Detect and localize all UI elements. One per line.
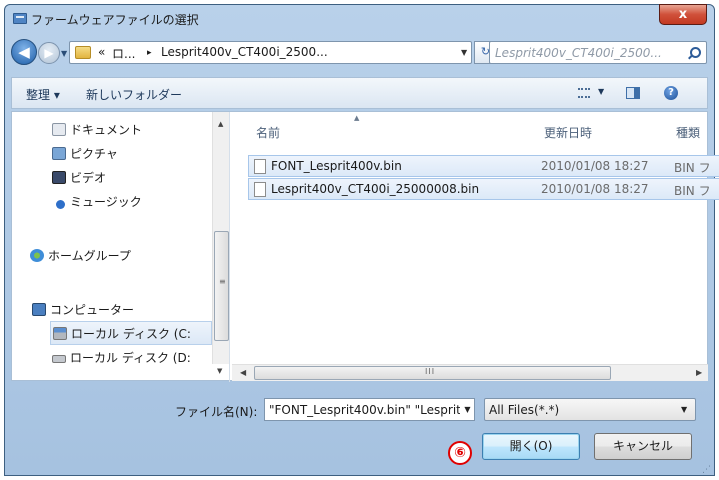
step-number-badge: ⑥	[448, 441, 472, 465]
search-icon[interactable]	[690, 47, 701, 58]
scroll-left-icon[interactable]: ◀	[240, 368, 246, 377]
search-placeholder: Lesprit400v_CT400i_2500...	[495, 46, 662, 60]
nav-vertical-scrollbar[interactable]: ▲ ≡	[212, 112, 229, 364]
scroll-down-icon[interactable]: ▼	[217, 367, 222, 375]
breadcrumb-separator-icon[interactable]: ▸	[147, 48, 152, 58]
organize-button[interactable]: 整理 ▾	[26, 86, 60, 103]
videos-icon	[52, 171, 66, 184]
column-header-name[interactable]: 名前	[256, 124, 280, 141]
preview-pane-icon[interactable]	[626, 87, 640, 99]
command-toolbar: 整理 ▾ 新しいフォルダー ▼ ?	[11, 77, 708, 109]
nav-item-homegroup[interactable]: ホームグループ	[12, 244, 212, 268]
view-options-icon[interactable]	[578, 88, 590, 98]
folder-icon	[75, 46, 91, 59]
nav-item-music[interactable]: ミュージック	[12, 190, 212, 214]
documents-icon	[52, 123, 66, 136]
file-date: 2010/01/08 18:27	[541, 182, 649, 196]
nav-item-computer[interactable]: コンピューター	[12, 298, 212, 322]
drive-icon	[53, 327, 67, 340]
nav-item-label: ホームグループ	[48, 249, 131, 263]
computer-icon	[32, 303, 46, 316]
title-bar[interactable]: ファームウェアファイルの選択 x	[5, 4, 714, 33]
new-folder-button[interactable]: 新しいフォルダー	[86, 86, 182, 103]
nav-item-local-disk-c[interactable]: ローカル ディスク (C:	[50, 321, 212, 345]
column-header-date[interactable]: 更新日時	[544, 124, 592, 141]
file-type: BIN フ	[674, 184, 711, 198]
search-input[interactable]: Lesprit400v_CT400i_2500...	[489, 41, 707, 64]
file-type-select[interactable]: All Files(*.*) ▼	[484, 398, 696, 421]
close-button[interactable]: x	[659, 4, 707, 25]
file-icon	[254, 159, 266, 174]
homegroup-icon	[30, 249, 44, 262]
navigation-pane: ドキュメント ピクチャ ビデオ ミュージック ホームグループ コンピューター ロ…	[12, 112, 230, 382]
file-dialog-window: ファームウェアファイルの選択 x ◀ ▶ ▼ « ロ... ▸ Lesprit4…	[4, 4, 719, 477]
nav-item-documents[interactable]: ドキュメント	[12, 118, 212, 142]
file-icon	[254, 182, 266, 197]
view-dropdown-icon[interactable]: ▼	[598, 87, 604, 96]
filename-input[interactable]: "FONT_Lesprit400v.bin" "Lesprit400v_CT40…	[264, 398, 475, 421]
filename-value: "FONT_Lesprit400v.bin" "Lesprit400v_CT40…	[269, 403, 474, 417]
forward-arrow-icon: ▶	[44, 46, 54, 60]
nav-item-label: ローカル ディスク (D:	[70, 351, 191, 365]
horizontal-scrollbar[interactable]: ◀ III ▶	[232, 364, 708, 381]
cancel-button[interactable]: キャンセル	[594, 433, 692, 460]
nav-item-label: コンピューター	[50, 303, 135, 317]
breadcrumb-local-disk[interactable]: ロ...	[112, 45, 135, 62]
dialog-icon	[13, 13, 27, 24]
drive-icon	[52, 355, 66, 363]
nav-item-label: ドキュメント	[70, 123, 143, 137]
nav-item-label: ミュージック	[70, 195, 142, 209]
sort-ascending-icon: ▲	[354, 114, 360, 122]
nav-item-pictures[interactable]: ピクチャ	[12, 142, 212, 166]
address-bar[interactable]: « ロ... ▸ Lesprit400v_CT400i_2500... ▼	[69, 41, 472, 64]
nav-item-label: ローカル ディスク (C:	[71, 327, 191, 341]
window-title: ファームウェアファイルの選択	[31, 13, 199, 27]
file-name: FONT_Lesprit400v.bin	[271, 159, 402, 173]
forward-button[interactable]: ▶	[38, 42, 60, 64]
file-type-value: All Files(*.*)	[489, 403, 560, 417]
file-type: BIN フ	[674, 161, 711, 175]
music-icon	[56, 200, 65, 209]
back-arrow-icon: ◀	[18, 43, 30, 61]
address-row: ◀ ▶ ▼ « ロ... ▸ Lesprit400v_CT400i_2500..…	[5, 33, 714, 69]
file-list: 名前 ▲ 更新日時 種類 FONT_Lesprit400v.bin 2010/0…	[232, 112, 719, 364]
help-icon[interactable]: ?	[664, 86, 678, 100]
nav-item-label: ピクチャ	[70, 147, 118, 161]
back-button[interactable]: ◀	[11, 39, 37, 65]
scroll-thumb[interactable]: III	[254, 366, 611, 380]
filename-dropdown-icon[interactable]: ▼	[460, 399, 474, 420]
scroll-right-icon[interactable]: ▶	[696, 368, 702, 377]
address-dropdown-icon[interactable]: ▼	[461, 48, 467, 57]
grip-icon: III	[425, 367, 436, 376]
file-row[interactable]: FONT_Lesprit400v.bin 2010/01/08 18:27 BI…	[248, 155, 719, 177]
nav-item-videos[interactable]: ビデオ	[12, 166, 212, 190]
breadcrumb-overflow[interactable]: «	[98, 45, 105, 59]
recent-pages-dropdown[interactable]: ▼	[61, 49, 67, 58]
breadcrumb-current-folder[interactable]: Lesprit400v_CT400i_2500...	[161, 45, 328, 59]
nav-item-label: ビデオ	[70, 171, 107, 185]
scroll-thumb[interactable]: ≡	[214, 231, 229, 341]
grip-icon: ≡	[219, 277, 226, 286]
column-header-type[interactable]: 種類	[676, 124, 700, 141]
scroll-up-icon[interactable]: ▲	[218, 120, 223, 128]
open-button[interactable]: 開く(O)	[482, 433, 580, 460]
resize-grip-icon[interactable]: ⋰	[702, 465, 714, 477]
browser-area: ドキュメント ピクチャ ビデオ ミュージック ホームグループ コンピューター ロ…	[11, 111, 719, 382]
filename-label: ファイル名(N):	[175, 405, 258, 419]
nav-item-local-disk-d[interactable]: ローカル ディスク (D:	[12, 346, 212, 370]
pictures-icon	[52, 147, 66, 160]
file-row[interactable]: Lesprit400v_CT400i_25000008.bin 2010/01/…	[248, 178, 719, 200]
chevron-down-icon: ▼	[681, 405, 688, 414]
file-date: 2010/01/08 18:27	[541, 159, 649, 173]
file-name: Lesprit400v_CT400i_25000008.bin	[271, 182, 480, 196]
